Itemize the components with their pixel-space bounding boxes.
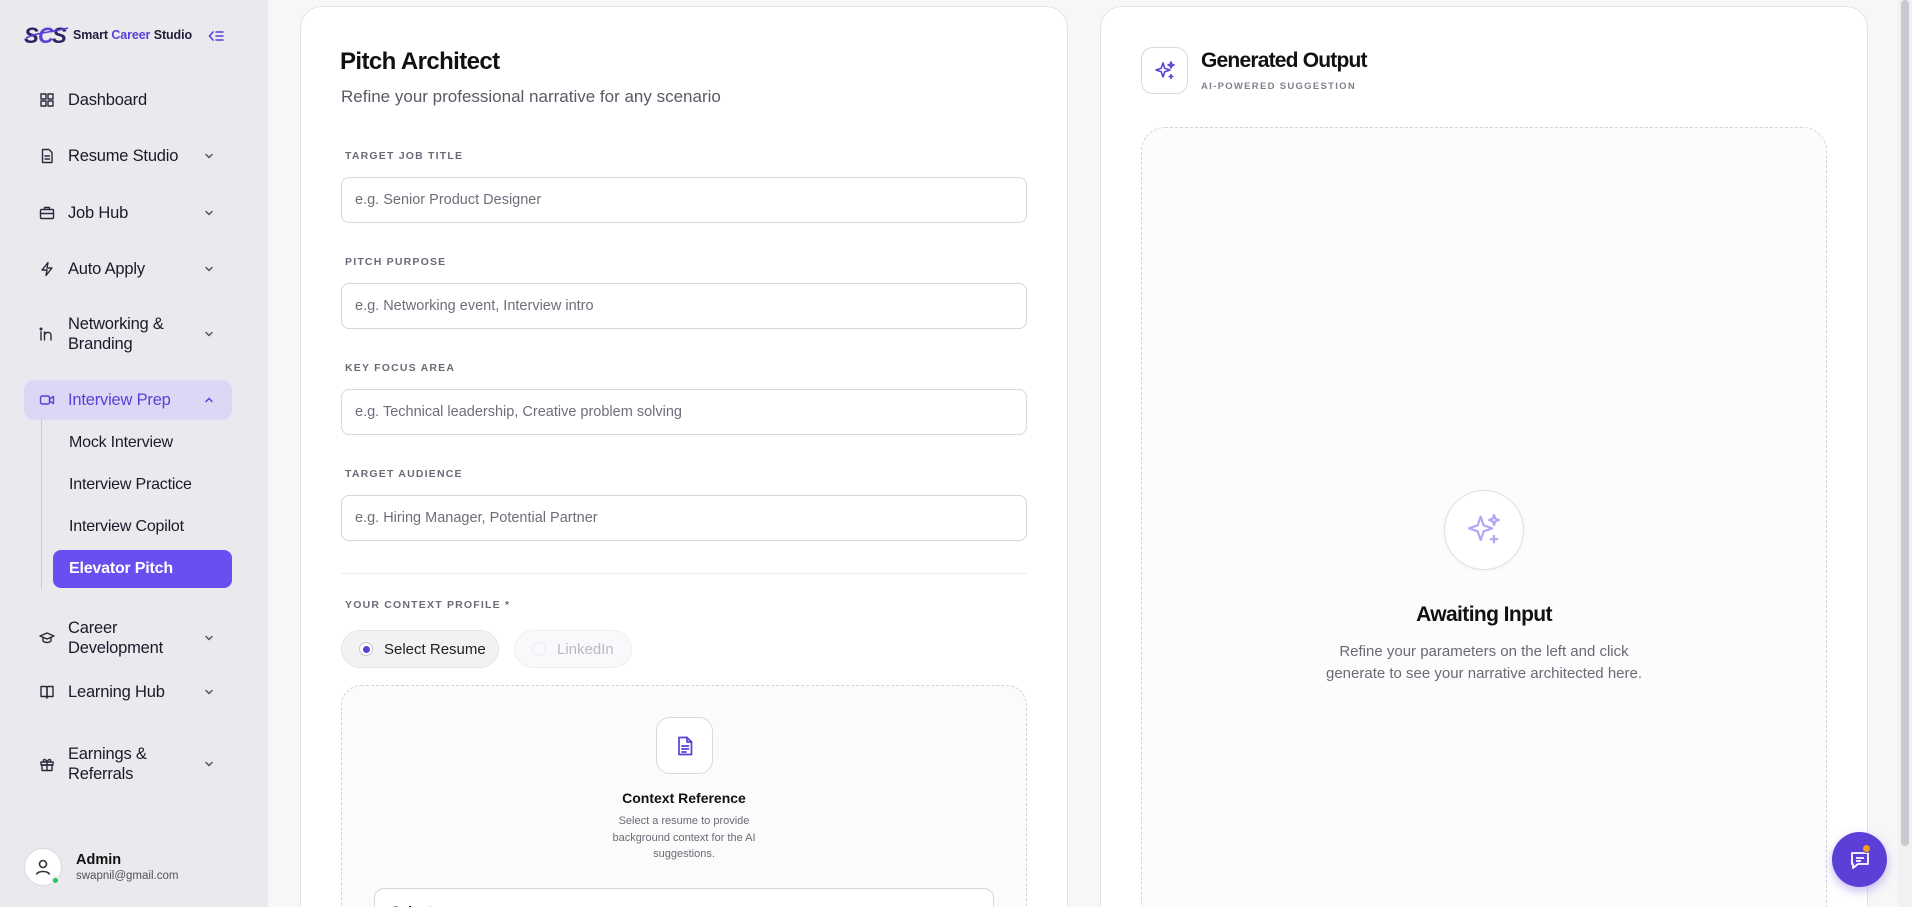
gift-icon <box>38 755 56 773</box>
scrollbar-thumb[interactable] <box>1901 0 1909 846</box>
output-subtitle: AI-POWERED SUGGESTION <box>1201 81 1357 92</box>
sidebar-item-label-line: Learning Hub <box>68 683 165 701</box>
collapse-icon <box>208 31 224 41</box>
document-icon <box>38 147 56 165</box>
user-email: swapnil@gmail.com <box>76 870 179 882</box>
key-focus-area-input[interactable] <box>341 389 1027 435</box>
chevron-down-icon <box>202 327 216 341</box>
svg-text:S: S <box>52 23 67 48</box>
sidebar-item-gift[interactable]: Earnings & Referrals <box>24 735 232 793</box>
chevron-down-icon <box>202 149 216 163</box>
sidebar-item-label-line: Dashboard <box>68 91 147 109</box>
chevron-down-icon <box>202 206 216 220</box>
sidebar-item-label: Learning Hub <box>68 682 165 702</box>
user-icon <box>35 859 51 875</box>
sidebar-item-label-line: Referrals <box>68 765 134 783</box>
sidebar-item-label-line: Branding <box>68 335 133 353</box>
sidebar-item-video[interactable]: Interview Prep <box>24 380 232 420</box>
output-title: Generated Output <box>1201 49 1368 72</box>
brand-name: Smart Career Studio <box>73 28 192 42</box>
chevron-down-icon <box>202 262 216 276</box>
context-reference-description: Select a resume to provide background co… <box>612 815 756 860</box>
submenu-item-interview-practice[interactable]: Interview Practice <box>53 466 232 504</box>
sidebar-item-label: Career Development <box>68 618 163 658</box>
sidebar-item-label-line: Resume Studio <box>68 147 179 165</box>
brand-logo-link[interactable]: S C S Smart Career Studio <box>24 22 192 48</box>
chevron-down-icon <box>202 631 216 645</box>
sidebar: S C S Smart Career Studio Dashboard Resum… <box>0 0 268 907</box>
sidebar-item-briefcase[interactable]: Job Hub <box>24 193 232 233</box>
chat-notification-dot <box>1862 844 1871 853</box>
sidebar-item-label-line: Interview Prep <box>68 391 171 409</box>
sidebar-item-lightning[interactable]: Auto Apply <box>24 249 232 289</box>
chat-button[interactable] <box>1832 832 1887 887</box>
page-title: Pitch Architect <box>340 48 500 75</box>
target-job-title-input[interactable] <box>341 177 1027 223</box>
user-profile[interactable]: Admin swapnil@gmail.com <box>24 848 178 886</box>
target-audience-input[interactable] <box>341 495 1027 541</box>
resume-select-dropdown[interactable]: Select <box>374 888 994 907</box>
graduation-cap-icon <box>38 629 56 647</box>
sidebar-item-label: Interview Prep <box>68 390 171 410</box>
sidebar-item-label-line: Job Hub <box>68 204 129 222</box>
context-profile-label: YOUR CONTEXT PROFILE * <box>345 599 511 611</box>
sidebar-item-dashboard[interactable]: Dashboard <box>24 80 232 120</box>
sparkles-icon <box>1154 60 1175 79</box>
sidebar-item-label: Earnings & Referrals <box>68 744 147 784</box>
sidebar-item-label-line: Development <box>68 639 164 657</box>
logo-icon: S C S <box>24 23 69 48</box>
sidebar-item-label: Auto Apply <box>68 259 145 279</box>
document-icon <box>677 736 692 755</box>
sidebar-item-label-line: Earnings & <box>68 745 147 763</box>
book-icon <box>38 683 56 701</box>
select-resume-label: Select Resume <box>384 640 486 658</box>
collapse-sidebar-button[interactable] <box>205 25 227 47</box>
submenu-item-mock-interview[interactable]: Mock Interview <box>53 424 232 462</box>
section-divider <box>341 573 1027 574</box>
sidebar-item-linkedin[interactable]: Networking & Branding <box>24 305 232 363</box>
awaiting-input-description: Refine your parameters on the left and c… <box>1325 643 1643 682</box>
target-audience-label: TARGET AUDIENCE <box>345 468 463 480</box>
radio-unselected-icon <box>532 642 546 656</box>
briefcase-icon <box>38 204 56 222</box>
awaiting-input-title: Awaiting Input <box>1416 603 1552 626</box>
avatar <box>24 848 62 886</box>
sidebar-item-label-line: Networking & <box>68 315 164 333</box>
linkedin-label: LinkedIn <box>557 640 614 658</box>
context-reference-title: Context Reference <box>622 790 746 806</box>
sparkles-icon <box>1467 513 1501 544</box>
online-status-dot <box>51 876 60 885</box>
dashboard-icon <box>38 91 56 109</box>
submenu-guide-line <box>41 419 42 589</box>
select-resume-option[interactable]: Select Resume <box>341 630 499 668</box>
linkedin-option[interactable]: LinkedIn <box>514 630 632 668</box>
target-job-title-label: TARGET JOB TITLE <box>345 150 464 162</box>
lightning-icon <box>38 260 56 278</box>
chevron-up-icon <box>202 393 216 407</box>
document-badge <box>656 717 713 774</box>
key-focus-area-label: KEY FOCUS AREA <box>345 362 456 374</box>
video-icon <box>38 391 56 409</box>
page-subtitle: Refine your professional narrative for a… <box>341 87 721 106</box>
chevron-down-icon <box>202 685 216 699</box>
sidebar-item-label: Resume Studio <box>68 146 178 166</box>
sidebar-item-graduation-cap[interactable]: Career Development <box>24 609 232 667</box>
sidebar-item-label: Job Hub <box>68 203 128 223</box>
radio-selected-icon <box>359 642 373 656</box>
linkedin-icon <box>38 325 56 343</box>
awaiting-badge <box>1444 490 1524 570</box>
submenu-item-interview-copilot[interactable]: Interview Copilot <box>53 508 232 546</box>
output-badge <box>1141 47 1188 94</box>
sidebar-item-label-line: Auto Apply <box>68 260 145 278</box>
pitch-purpose-label: PITCH PURPOSE <box>345 256 447 268</box>
user-name: Admin <box>76 852 122 868</box>
submenu-item-elevator-pitch[interactable]: Elevator Pitch <box>53 550 232 588</box>
sidebar-item-label: Networking & Branding <box>68 314 164 354</box>
sidebar-item-label-line: Career <box>68 619 118 637</box>
chevron-down-icon <box>202 757 216 771</box>
sidebar-item-book[interactable]: Learning Hub <box>24 672 232 712</box>
pitch-purpose-input[interactable] <box>341 283 1027 329</box>
sidebar-item-label: Dashboard <box>68 90 147 110</box>
sidebar-item-document[interactable]: Resume Studio <box>24 136 232 176</box>
